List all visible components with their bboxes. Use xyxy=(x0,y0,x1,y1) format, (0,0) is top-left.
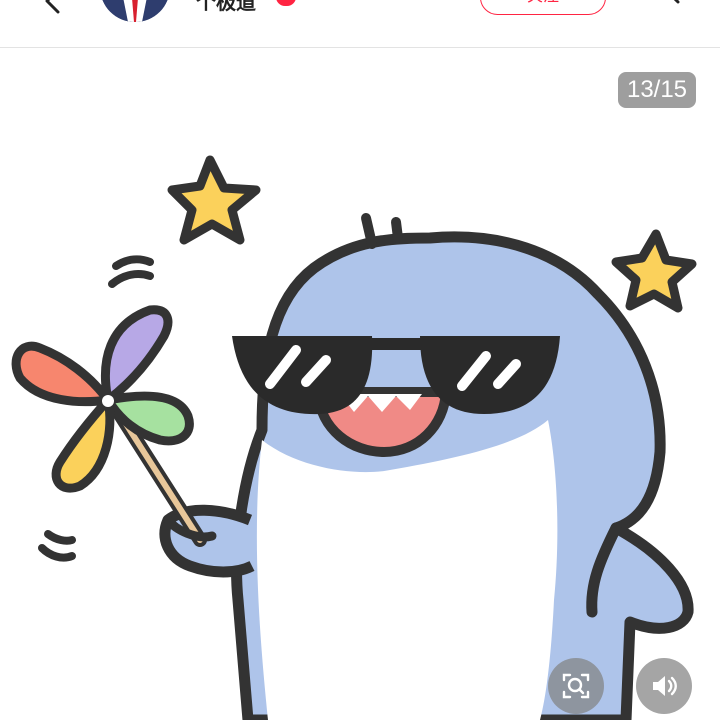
sound-button[interactable] xyxy=(636,658,692,714)
note-detail-screen: 个极道 关注 xyxy=(0,0,720,720)
verified-badge-icon xyxy=(276,0,296,6)
image-search-icon xyxy=(562,673,590,699)
top-bar: 个极道 关注 xyxy=(0,0,720,48)
image-search-button[interactable] xyxy=(548,658,604,714)
follow-button[interactable]: 关注 xyxy=(480,0,606,15)
author-name[interactable]: 个极道 xyxy=(196,0,256,14)
share-icon xyxy=(673,0,680,4)
share-button[interactable] xyxy=(660,0,690,16)
back-button[interactable] xyxy=(38,0,68,16)
shark-sticker-image xyxy=(11,155,697,720)
avatar[interactable] xyxy=(100,0,170,22)
page-counter: 13/15 xyxy=(618,72,696,108)
speaker-icon xyxy=(653,676,677,696)
avatar-image xyxy=(100,0,170,22)
chevron-left-icon xyxy=(45,0,60,14)
image-viewer[interactable]: 13/15 xyxy=(0,48,720,720)
